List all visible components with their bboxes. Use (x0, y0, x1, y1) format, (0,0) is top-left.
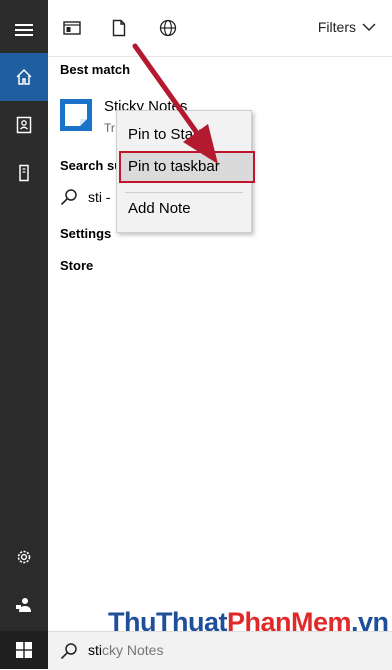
feedback-button[interactable] (0, 581, 48, 629)
search-typed-text: sti (88, 642, 102, 658)
hamburger-icon (15, 24, 33, 36)
start-button[interactable] (0, 631, 48, 669)
apps-filter-button[interactable] (60, 16, 84, 40)
search-query[interactable]: sticky Notes (88, 642, 163, 658)
windows-logo-icon (16, 642, 32, 658)
gear-icon (17, 550, 31, 564)
taskbar-search-box[interactable]: sticky Notes (48, 631, 392, 670)
documents-filter-button[interactable] (107, 16, 131, 40)
search-autocomplete: cky Notes (102, 642, 164, 658)
annotation-arrow-icon (132, 43, 218, 164)
menu-separator (125, 192, 243, 193)
document-icon (112, 19, 126, 37)
settings-button[interactable] (0, 533, 48, 581)
feedback-person-icon (16, 598, 31, 612)
device-button[interactable] (0, 149, 48, 197)
best-match-heading: Best match (60, 62, 131, 77)
store-heading[interactable]: Store (60, 258, 93, 273)
menu-item-add-note[interactable]: Add Note (128, 200, 191, 217)
globe-icon (159, 19, 177, 37)
documents-button[interactable] (0, 101, 48, 149)
search-icon (60, 643, 77, 660)
search-filter-bar: Filters (48, 0, 392, 57)
menu-item-pin-to-taskbar[interactable]: Pin to taskbar (128, 158, 220, 175)
notebook-icon (16, 116, 32, 134)
menu-item-pin-to-start[interactable]: Pin to Start (128, 126, 202, 143)
search-suggestion-item[interactable]: sti - (60, 188, 111, 206)
search-icon (60, 189, 77, 206)
app-window-icon (63, 21, 81, 35)
context-menu: Pin to Start Pin to taskbar Add Note (116, 110, 255, 233)
hamburger-button[interactable] (0, 6, 48, 54)
search-suggestions-heading: Search su (60, 158, 123, 173)
filters-label: Filters (317, 19, 356, 35)
home-button[interactable] (0, 53, 48, 101)
suggestion-text: sti - (88, 189, 111, 205)
tower-icon (19, 164, 29, 182)
home-icon (16, 68, 32, 85)
filters-dropdown[interactable]: Filters (318, 19, 376, 35)
web-filter-button[interactable] (156, 16, 180, 40)
settings-heading[interactable]: Settings (60, 226, 111, 241)
chevron-down-icon (362, 23, 376, 31)
sticky-notes-app-icon (60, 99, 92, 131)
start-menu-rail (0, 0, 48, 669)
